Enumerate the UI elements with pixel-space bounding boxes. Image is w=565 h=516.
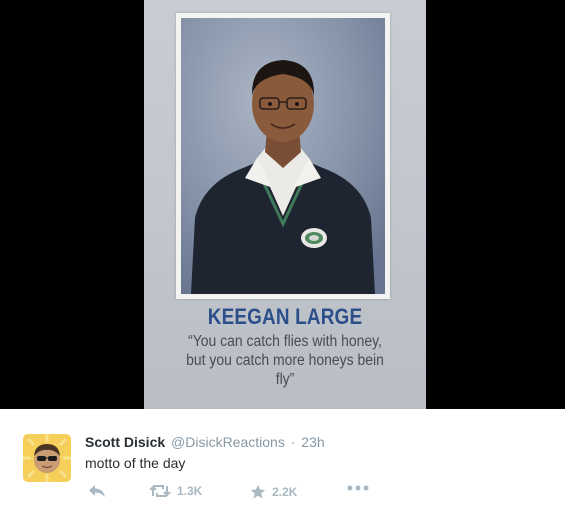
retweet-icon [149, 484, 171, 498]
retweet-count: 1.3K [177, 484, 203, 498]
quote-line: “You can catch flies with honey, [188, 333, 382, 350]
star-icon [250, 484, 266, 499]
user-handle[interactable]: @DisickReactions [171, 434, 285, 450]
student-portrait [181, 18, 385, 294]
student-name: KEEGAN LARGE [207, 304, 363, 329]
quote-line: but you catch more honeys bein [186, 352, 384, 369]
retweet-button[interactable]: 1.3K [149, 484, 202, 498]
tweet-actions: 1.3K 2.2K [85, 484, 385, 502]
meta-separator: · [290, 434, 296, 450]
quote-line: fly” [275, 371, 295, 388]
more-dots-icon [347, 485, 369, 491]
reply-icon [89, 485, 105, 497]
avatar[interactable] [23, 434, 71, 482]
student-quote: “You can catch flies with honey, but you… [158, 332, 412, 389]
reply-button[interactable] [88, 484, 106, 498]
tweet-header: Scott Disick @DisickReactions · 23h [85, 434, 325, 450]
tweet-photo[interactable]: KEEGAN LARGE “You can catch flies with h… [0, 0, 565, 409]
favorite-count: 2.2K [272, 485, 298, 499]
tweet-text: motto of the day [85, 455, 186, 471]
timestamp[interactable]: 23h [301, 434, 324, 450]
display-name[interactable]: Scott Disick [85, 434, 165, 450]
portrait-frame [176, 13, 390, 299]
more-button[interactable] [347, 484, 369, 492]
favorite-button[interactable]: 2.2K [250, 484, 297, 500]
yearbook-page: KEEGAN LARGE “You can catch flies with h… [144, 0, 426, 409]
